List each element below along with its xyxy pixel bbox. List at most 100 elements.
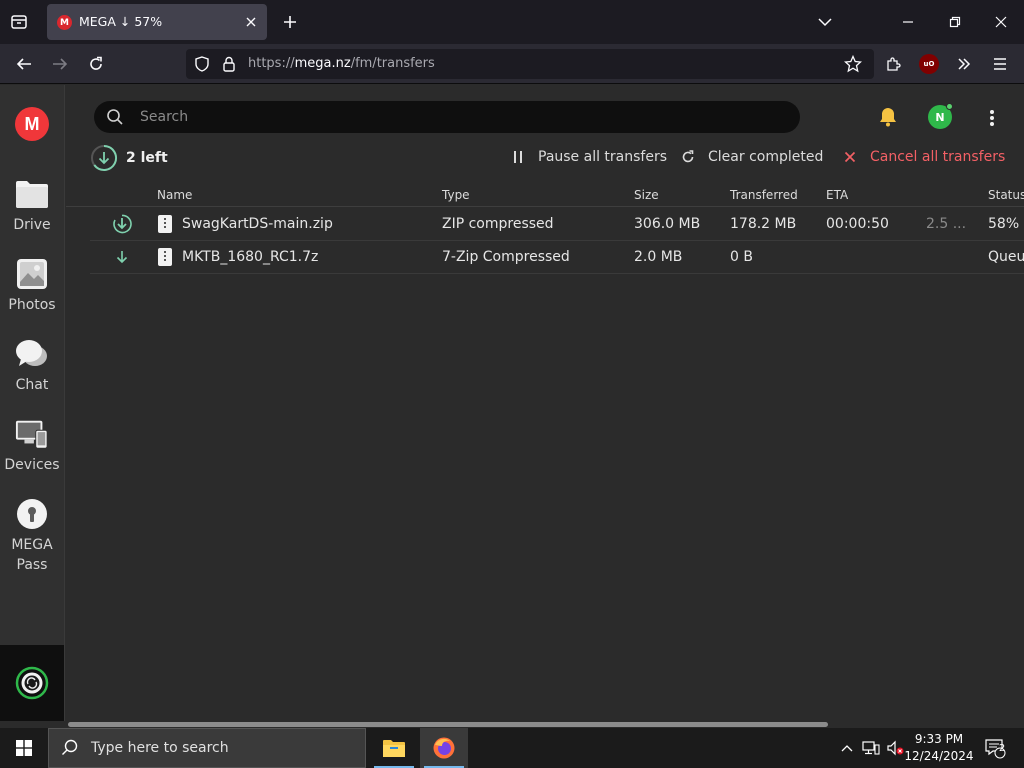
list-all-tabs-chevron-icon[interactable] — [815, 12, 835, 32]
notification-bell-icon[interactable] — [876, 105, 900, 129]
sidebar-item-photos[interactable]: Photos — [0, 257, 64, 315]
download-active-icon — [112, 214, 132, 234]
url-text[interactable]: https://mega.nz/fm/transfers — [248, 56, 435, 71]
clear-completed-button[interactable]: Clear completed — [680, 147, 823, 167]
windows-start-icon[interactable] — [0, 728, 48, 768]
browser-nav-bar: https://mega.nz/fm/transfers uO — [0, 44, 1024, 84]
pause-all-label: Pause all transfers — [538, 149, 668, 165]
sync-app-icon — [15, 666, 49, 700]
transfer-status: Queued — [988, 249, 1024, 265]
transfers-table-header: Name Type Size Transferred ETA Status — [66, 185, 1024, 207]
column-header-type[interactable]: Type — [442, 188, 470, 202]
devices-icon — [15, 417, 49, 451]
file-size: 2.0 MB — [634, 249, 683, 265]
restore-icon[interactable] — [945, 12, 965, 32]
volume-muted-icon[interactable] — [884, 728, 906, 768]
notification-center-icon[interactable]: 2 — [980, 728, 1010, 768]
more-options-icon[interactable] — [980, 106, 1004, 130]
transfers-panel: N 2 left Pause all transfers Clear compl… — [66, 85, 1024, 721]
table-row[interactable]: SwagKartDS-main.zip ZIP compressed 306.0… — [90, 208, 1024, 241]
sidebar-item-label: Photos — [8, 297, 56, 313]
online-status-dot — [946, 103, 953, 110]
mega-sync-button[interactable] — [0, 645, 64, 721]
bookmark-star-icon[interactable] — [843, 54, 863, 77]
clock-time: 9:33 PM — [914, 732, 964, 746]
cancel-all-button[interactable]: Cancel all transfers — [842, 147, 1005, 167]
file-explorer-icon[interactable] — [370, 728, 418, 768]
lock-icon[interactable] — [222, 56, 236, 76]
browser-tab-bar: M MEGA ↓ 57% — [0, 0, 1024, 44]
new-tab-icon[interactable] — [280, 12, 300, 32]
column-header-eta[interactable]: ETA — [826, 188, 848, 202]
url-host: mega.nz — [294, 56, 351, 71]
column-header-name[interactable]: Name — [157, 188, 192, 202]
scrollbar-thumb[interactable] — [68, 722, 828, 727]
tab-mega[interactable]: M MEGA ↓ 57% — [47, 4, 267, 40]
mega-pass-icon — [15, 497, 49, 531]
sidebar-item-devices[interactable]: Devices — [0, 417, 64, 475]
column-header-status[interactable]: Status — [988, 188, 1024, 202]
search-icon — [62, 739, 78, 755]
clock-date: 12/24/2024 — [904, 749, 974, 763]
taskbar-search-placeholder: Type here to search — [91, 740, 229, 756]
tracking-shield-icon[interactable] — [194, 56, 210, 76]
network-icon[interactable] — [860, 728, 882, 768]
sidebar-item-label: Devices — [4, 457, 60, 473]
ublock-origin-icon[interactable]: uO — [919, 54, 939, 74]
sidebar-item-mega-pass[interactable]: MEGA Pass — [0, 497, 64, 575]
overflow-chevrons-icon[interactable] — [953, 53, 975, 75]
close-tab-icon[interactable] — [243, 14, 259, 30]
minimize-icon[interactable] — [898, 12, 918, 32]
pause-icon — [510, 149, 526, 165]
url-path: /fm/transfers — [350, 56, 435, 71]
search-icon — [107, 109, 123, 125]
transfers-left-label: 2 left — [126, 150, 168, 166]
mega-favicon-icon: M — [57, 15, 72, 30]
taskbar-clock[interactable]: 9:33 PM 12/24/2024 — [904, 731, 974, 765]
download-progress-ring-icon — [91, 144, 118, 171]
table-row[interactable]: MKTB_1680_RC1.7z 7-Zip Compressed 2.0 MB… — [90, 241, 1024, 274]
clear-completed-label: Clear completed — [708, 149, 824, 165]
file-size: 306.0 MB — [634, 216, 701, 232]
refresh-icon — [680, 149, 696, 165]
column-header-transferred[interactable]: Transferred — [730, 188, 798, 202]
sidebar-item-label: MEGA Pass — [11, 537, 53, 573]
hamburger-menu-icon[interactable] — [989, 53, 1011, 75]
tab-title: MEGA ↓ 57% — [79, 14, 163, 29]
taskbar-search-box[interactable]: Type here to search — [48, 728, 366, 768]
close-window-icon[interactable] — [991, 12, 1011, 32]
search-input[interactable] — [140, 105, 780, 129]
search-bar[interactable] — [94, 101, 800, 133]
transferred-amount: 0 B — [730, 249, 753, 265]
reload-icon[interactable] — [85, 53, 107, 75]
column-header-size[interactable]: Size — [634, 188, 659, 202]
archive-file-icon — [158, 248, 172, 266]
windows-taskbar: Type here to search 9:33 PM 12/24/2024 2 — [0, 728, 1024, 768]
forward-arrow-icon[interactable] — [49, 53, 71, 75]
file-name: MKTB_1680_RC1.7z — [182, 249, 319, 265]
close-icon — [842, 149, 858, 165]
address-bar[interactable]: https://mega.nz/fm/transfers — [186, 49, 874, 79]
sidebar-item-label: Drive — [13, 217, 51, 233]
tab-list-icon[interactable] — [8, 11, 30, 33]
sidebar-item-drive[interactable]: Drive — [0, 177, 64, 235]
mega-logo-icon[interactable]: M — [15, 107, 49, 141]
pause-all-button[interactable]: Pause all transfers — [510, 147, 667, 167]
transfer-speed: 2.5 ... — [926, 216, 967, 232]
photos-icon — [15, 257, 49, 291]
show-hidden-icons-chevron-icon[interactable] — [836, 728, 858, 768]
firefox-icon[interactable] — [420, 728, 468, 768]
file-name: SwagKartDS-main.zip — [182, 216, 333, 232]
extensions-puzzle-icon[interactable] — [882, 53, 904, 75]
sidebar-item-chat[interactable]: Chat — [0, 337, 64, 395]
file-type: ZIP compressed — [442, 216, 554, 232]
url-prefix: https:// — [248, 56, 295, 71]
cancel-all-label: Cancel all transfers — [870, 149, 1006, 165]
transfer-status: 58% — [988, 216, 1020, 232]
chat-icon — [15, 337, 49, 371]
horizontal-scrollbar[interactable] — [66, 721, 1024, 728]
sidebar-item-label: Chat — [15, 377, 49, 393]
transfers-remaining: 2 left — [90, 144, 168, 172]
file-type: 7-Zip Compressed — [442, 249, 570, 265]
back-arrow-icon[interactable] — [13, 53, 35, 75]
